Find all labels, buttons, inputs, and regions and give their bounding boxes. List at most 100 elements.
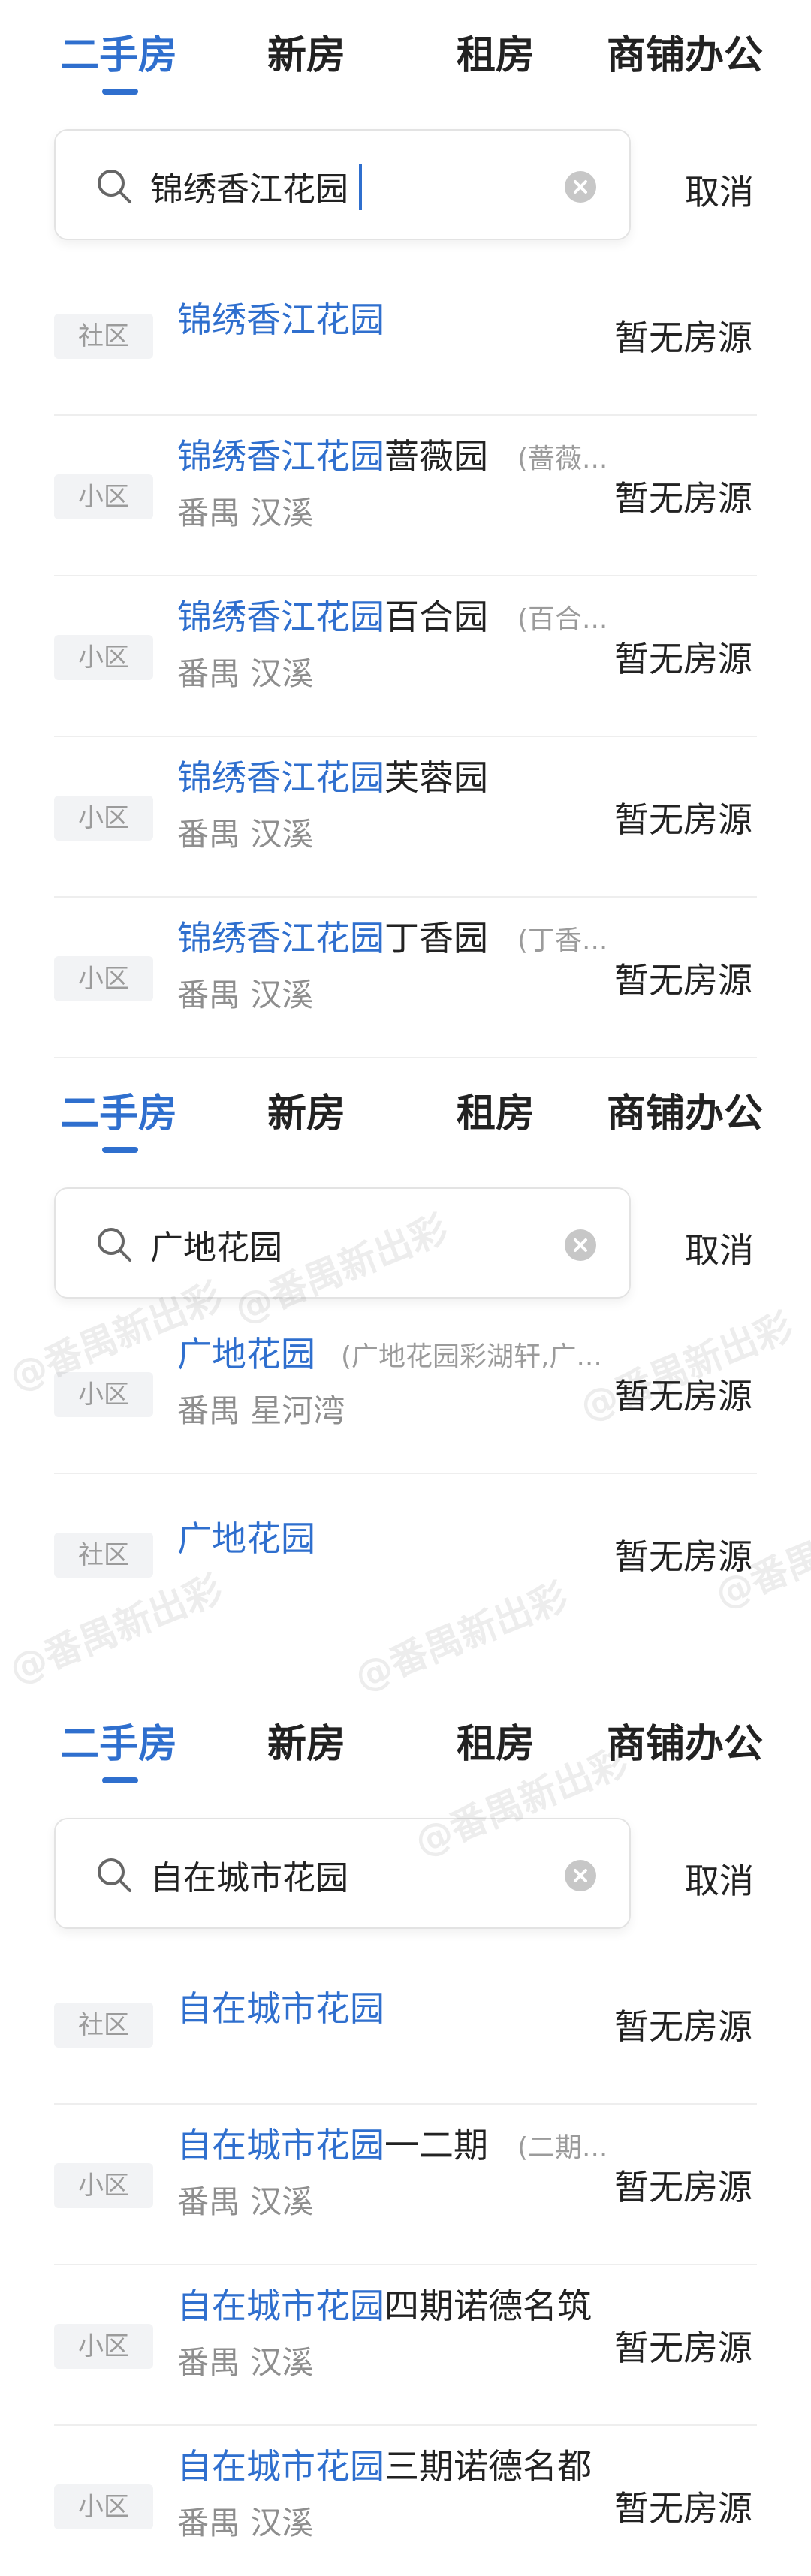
name-suffix: 芙蓉园 [384,757,488,798]
search-result-row[interactable]: 社区 锦绣香江花园 暂无房源 [0,255,811,416]
search-panel: 二手房新房租房商铺办公取消小区广地花园(广地花园彩湖轩,广...番禺 星河湾暂无… [0,1058,811,1689]
result-name: 自在城市花园四期诺德名筑 [177,2283,592,2328]
type-badge: 小区 [54,474,153,519]
type-badge: 小区 [54,1372,153,1417]
name-suffix: 三期诺德名都 [384,2446,592,2487]
tab-shop-office[interactable]: 商铺办公 [607,1720,763,1768]
cancel-button[interactable]: 取消 [685,1223,754,1273]
matched-text: 锦绣香江花园 [177,918,384,958]
matched-text: 自在城市花园 [177,1988,384,2029]
search-box[interactable] [54,1187,631,1299]
tab-new-house[interactable]: 新房 [267,1090,345,1138]
name-suffix: 百合园 [384,597,488,637]
availability-status: 暂无房源 [614,478,752,519]
availability-status: 暂无房源 [614,1536,752,1577]
result-name: 广地花园 [177,1332,315,1377]
availability-status: 暂无房源 [614,2167,752,2207]
result-alias: (丁香... [517,925,608,956]
type-badge: 小区 [54,956,153,1001]
search-panel: 二手房新房租房商铺办公取消社区锦绣香江花园暂无房源小区锦绣香江花园蔷薇园(蔷薇.… [0,0,811,1058]
result-area: 番禺 星河湾 [177,1392,345,1429]
active-tab-indicator [102,1147,138,1153]
type-badge: 小区 [54,2484,153,2529]
availability-status: 暂无房源 [614,2488,752,2529]
type-badge: 小区 [54,635,153,680]
result-name: 广地花园 [177,1516,315,1561]
search-result-row[interactable]: 小区 锦绣香江花园芙蓉园番禺 汉溪 暂无房源 [0,737,811,898]
availability-status: 暂无房源 [614,799,752,840]
matched-text: 锦绣香江花园 [177,597,384,637]
tab-new-house[interactable]: 新房 [267,32,345,80]
matched-text: 自在城市花园 [177,2125,384,2165]
result-alias: (二期... [517,2132,608,2163]
search-icon [95,167,134,206]
result-name: 锦绣香江花园蔷薇园 [177,434,488,479]
result-area: 番禺 汉溪 [177,2344,314,2381]
clear-icon[interactable] [565,1860,596,1891]
search-input[interactable] [150,1219,571,1270]
search-result-row[interactable]: 小区 自在城市花园一二期 (二期... 番禺 汉溪 暂无房源 [0,2105,811,2265]
tab-rent[interactable]: 租房 [457,1090,535,1138]
result-area: 番禺 汉溪 [177,977,314,1013]
result-name: 自在城市花园一二期 [177,2123,488,2168]
type-badge: 小区 [54,2324,153,2369]
search-input[interactable] [150,1849,571,1900]
availability-status: 暂无房源 [614,2328,752,2368]
matched-text: 锦绣香江花园 [177,436,384,477]
matched-text: 锦绣香江花园 [177,757,384,798]
clear-icon[interactable] [565,171,596,203]
result-name: 自在城市花园三期诺德名都 [177,2444,592,2489]
result-area: 番禺 汉溪 [177,2183,314,2220]
cancel-button[interactable]: 取消 [685,165,754,215]
tab-shop-office[interactable]: 商铺办公 [607,32,763,80]
matched-text: 广地花园 [177,1518,315,1559]
search-result-row[interactable]: 社区 广地花园 暂无房源 [0,1474,811,1635]
availability-status: 暂无房源 [614,639,752,679]
name-suffix: 丁香园 [384,918,488,958]
search-box[interactable] [54,1818,631,1929]
result-area: 番禺 汉溪 [177,495,314,531]
clear-icon[interactable] [565,1229,596,1261]
tab-bar: 二手房 新房 租房 商铺办公 [0,0,811,113]
availability-status: 暂无房源 [614,1376,752,1416]
search-result-row[interactable]: 小区 广地花园 (广地花园彩湖轩,广... 番禺 星河湾 暂无房源 [0,1314,811,1474]
search-result-row[interactable]: 小区 锦绣香江花园蔷薇园 (蔷薇... 番禺 汉溪 暂无房源 [0,416,811,576]
matched-text: 广地花园 [177,1334,315,1374]
type-badge: 社区 [54,1533,153,1578]
result-name: 锦绣香江花园丁香园 [177,916,488,961]
matched-text: 自在城市花园 [177,2286,384,2326]
result-area: 番禺 汉溪 [177,655,314,692]
search-panel: 二手房新房租房商铺办公取消社区自在城市花园暂无房源小区自在城市花园一二期(二期.… [0,1689,811,2576]
tab-rent[interactable]: 租房 [457,1720,535,1768]
result-name: 锦绣香江花园 [177,297,384,342]
tab-second-hand[interactable]: 二手房 [60,1720,177,1768]
tab-shop-office[interactable]: 商铺办公 [607,1090,763,1138]
search-box[interactable] [54,129,631,240]
tab-second-hand[interactable]: 二手房 [60,1090,177,1138]
active-tab-indicator [102,1777,138,1783]
type-badge: 小区 [54,796,153,841]
type-badge: 小区 [54,2163,153,2208]
search-result-row[interactable]: 小区 自在城市花园四期诺德名筑番禺 汉溪 暂无房源 [0,2265,811,2426]
tab-new-house[interactable]: 新房 [267,1720,345,1768]
search-result-row[interactable]: 小区 自在城市花园三期诺德名都番禺 汉溪 暂无房源 [0,2426,811,2576]
search-result-row[interactable]: 社区 自在城市花园 暂无房源 [0,1944,811,2105]
availability-status: 暂无房源 [614,960,752,1001]
tab-rent[interactable]: 租房 [457,32,535,80]
result-name: 锦绣香江花园百合园 [177,594,488,639]
cancel-button[interactable]: 取消 [685,1854,754,1903]
name-suffix: 一二期 [384,2125,488,2165]
tab-second-hand[interactable]: 二手房 [60,32,177,80]
result-name: 自在城市花园 [177,1986,384,2031]
tab-bar: 二手房 新房 租房 商铺办公 [0,1058,811,1171]
availability-status: 暂无房源 [614,317,752,358]
tab-bar: 二手房 新房 租房 商铺办公 [0,1689,811,1801]
result-area: 番禺 汉溪 [177,2505,314,2541]
name-suffix: 蔷薇园 [384,436,488,477]
search-result-row[interactable]: 小区 锦绣香江花园百合园 (百合... 番禺 汉溪 暂无房源 [0,576,811,737]
matched-text: 自在城市花园 [177,2446,384,2487]
search-result-row[interactable]: 小区 锦绣香江花园丁香园 (丁香... 番禺 汉溪 暂无房源 [0,898,811,1058]
search-icon [95,1225,134,1264]
result-area: 番禺 汉溪 [177,816,314,853]
text-caret [359,164,362,210]
